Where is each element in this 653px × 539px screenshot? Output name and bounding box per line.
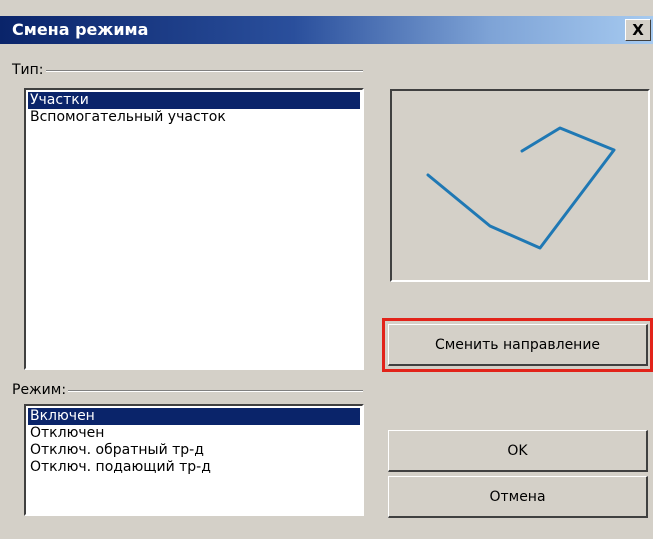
close-icon: X (632, 20, 644, 39)
mode-listbox[interactable]: Включен Отключен Отключ. обратный тр-д О… (24, 404, 364, 516)
dialog-title: Смена режима (12, 20, 149, 39)
mode-group-label: Режим: (12, 382, 69, 398)
pipe-segment-path (426, 126, 616, 250)
change-mode-dialog: Смена режима X Тип: Участки Вспомогатель… (0, 0, 653, 539)
mode-list-item[interactable]: Включен (28, 408, 360, 425)
mode-list-item[interactable]: Отключ. обратный тр-д (28, 442, 360, 459)
close-button[interactable]: X (625, 19, 651, 41)
cancel-button[interactable]: Отмена (388, 476, 648, 518)
mode-list-item[interactable]: Отключен (28, 425, 360, 442)
direction-preview (390, 89, 650, 282)
type-listbox[interactable]: Участки Вспомогательный участок (24, 88, 364, 370)
title-bar[interactable]: Смена режима X (0, 16, 653, 44)
type-group-separator (14, 70, 363, 72)
change-direction-button[interactable]: Сменить направление (388, 324, 648, 366)
type-list-item[interactable]: Вспомогательный участок (28, 109, 360, 126)
preview-drawing (426, 126, 616, 250)
type-group-label: Тип: (12, 62, 46, 78)
type-list-item[interactable]: Участки (28, 92, 360, 109)
ok-button[interactable]: OK (388, 430, 648, 472)
mode-list-item[interactable]: Отключ. подающий тр-д (28, 459, 360, 476)
